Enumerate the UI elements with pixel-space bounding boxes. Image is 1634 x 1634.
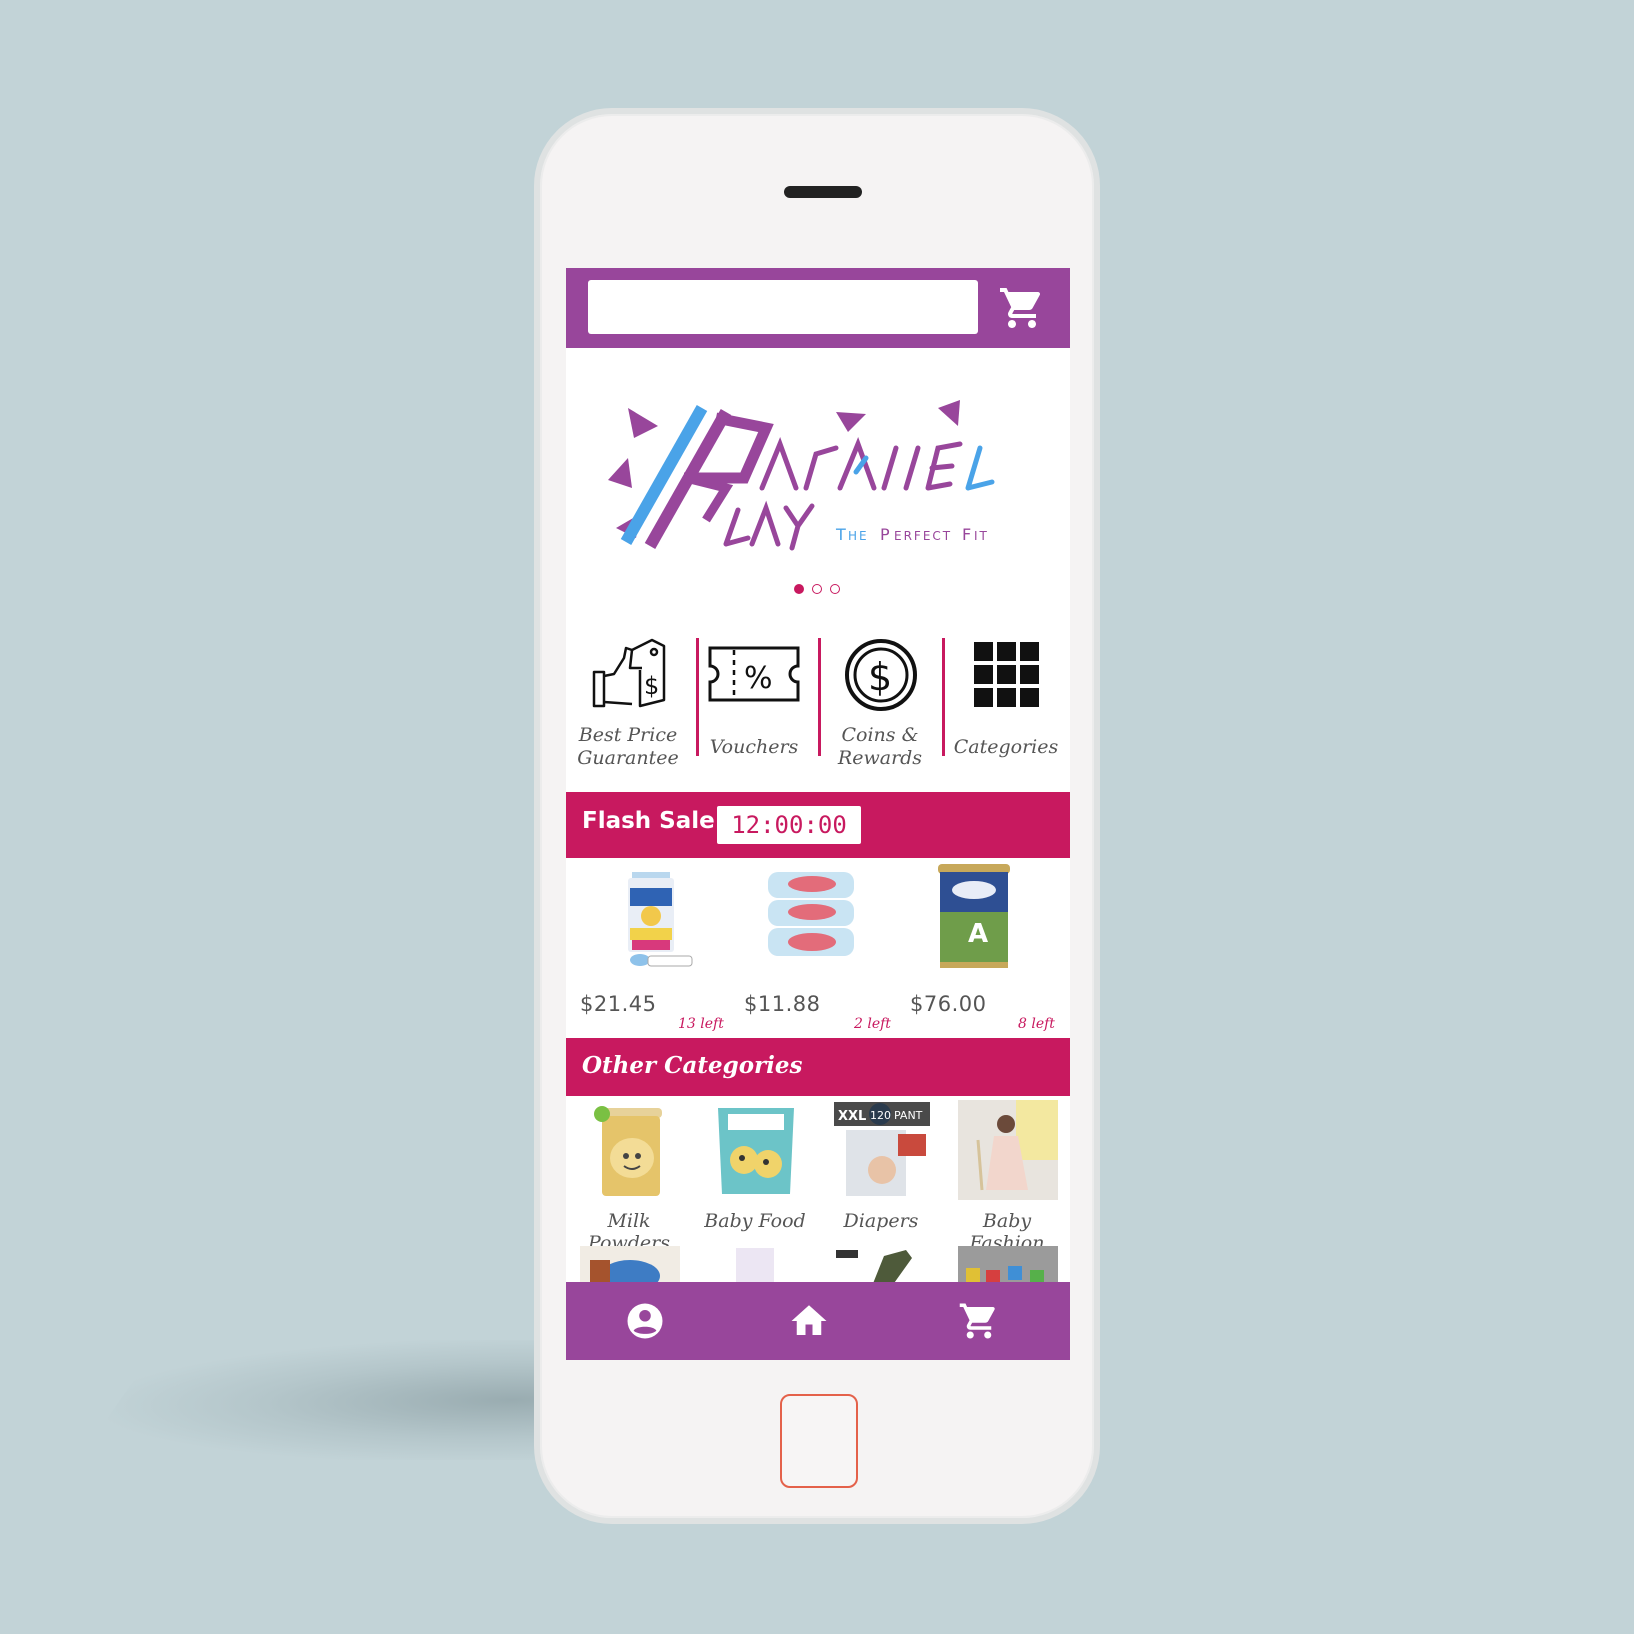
- quick-links: $ Best Price Guarantee % Vouchers $ Coin…: [566, 632, 1070, 782]
- categories-label: Categories: [953, 736, 1059, 758]
- carousel-dot-1[interactable]: [794, 584, 804, 594]
- carousel-dot-3[interactable]: [830, 584, 840, 594]
- svg-text:%: %: [744, 661, 773, 696]
- svg-text:IT: IT: [974, 529, 989, 543]
- shopping-cart-icon[interactable]: [998, 284, 1046, 332]
- account-circle-icon[interactable]: [624, 1300, 666, 1342]
- svg-text:HE: HE: [848, 529, 869, 543]
- carousel-dots: [794, 584, 840, 594]
- quick-link-coins-rewards[interactable]: $ Coins & Rewards: [818, 632, 942, 782]
- other-categories-title: Other Categories: [582, 1052, 803, 1079]
- milk-formula-can-image: A: [938, 864, 1010, 968]
- flash-sale-title: Flash Sale: [582, 808, 715, 834]
- svg-text:PANT: PANT: [894, 1109, 923, 1122]
- baby-fashion-photo: [958, 1100, 1058, 1200]
- best-price-label-line1: Best Price: [578, 724, 678, 746]
- diaper-pack-image: [628, 872, 693, 967]
- quick-link-categories[interactable]: Categories: [944, 632, 1068, 782]
- svg-text:T: T: [835, 525, 848, 544]
- baby-food-pouch-image: [718, 1108, 794, 1194]
- product-price: $11.88: [744, 992, 821, 1016]
- carousel-dot-2[interactable]: [812, 584, 822, 594]
- vouchers-label: Vouchers: [709, 736, 799, 758]
- category-label: Diapers: [843, 1210, 919, 1232]
- flash-sale-items: $21.45 13 left $11.88 2 left A $76.00 8 …: [566, 858, 1070, 1038]
- dollar-coin-icon: $: [845, 639, 917, 711]
- category-thumbnail[interactable]: [832, 1246, 932, 1286]
- thumbs-up-price-tag-icon: $: [592, 638, 666, 708]
- svg-text:XXL: XXL: [838, 1109, 866, 1124]
- stock-left: 13 left: [678, 1016, 724, 1032]
- app-screen: T HE P ERFECT F IT $ Best Price Guarante…: [566, 268, 1070, 1360]
- parallel-play-logo: T HE P ERFECT F IT: [608, 400, 995, 551]
- svg-text:120: 120: [870, 1109, 891, 1122]
- coins-label-line1: Coins &: [841, 724, 919, 746]
- flash-sale-product[interactable]: A $76.00 8 left: [902, 858, 1070, 1038]
- stock-left: 8 left: [1018, 1016, 1055, 1032]
- diaper-pack-image: XXL 120 PANT: [834, 1102, 930, 1196]
- milk-powder-can-image: [594, 1106, 662, 1196]
- svg-text:F: F: [962, 525, 973, 544]
- flash-sale-product[interactable]: $11.88 2 left: [734, 858, 902, 1038]
- category-thumbnail[interactable]: [706, 1246, 806, 1286]
- flash-sale-timer: 12:00:00: [717, 806, 861, 844]
- svg-text:$: $: [868, 655, 892, 699]
- coins-label-line2: Rewards: [837, 747, 923, 769]
- product-price: $21.45: [580, 992, 657, 1016]
- top-bar: [566, 268, 1070, 348]
- grid-icon: [974, 642, 1039, 707]
- category-thumbnail[interactable]: [958, 1246, 1058, 1286]
- quick-link-best-price[interactable]: $ Best Price Guarantee: [566, 632, 690, 782]
- best-price-label-line2: Guarantee: [577, 747, 679, 769]
- category-thumbnail[interactable]: [580, 1246, 680, 1286]
- promo-banner[interactable]: T HE P ERFECT F IT: [566, 348, 1070, 618]
- flash-sale-header: Flash Sale 12:00:00: [566, 792, 1070, 858]
- baby-wipes-image: [768, 872, 854, 956]
- shopping-cart-icon[interactable]: [958, 1300, 1000, 1342]
- search-input[interactable]: [588, 280, 978, 334]
- stock-left: 2 left: [854, 1016, 891, 1032]
- voucher-ticket-icon: %: [708, 646, 800, 702]
- quick-link-vouchers[interactable]: % Vouchers: [692, 632, 816, 782]
- flash-sale-product[interactable]: $21.45 13 left: [566, 858, 734, 1038]
- other-categories-header: Other Categories: [566, 1038, 1070, 1096]
- home-icon[interactable]: [788, 1300, 830, 1342]
- phone-speaker: [784, 186, 862, 198]
- svg-text:ERFECT: ERFECT: [894, 529, 952, 543]
- category-label: Baby Food: [704, 1210, 806, 1232]
- bottom-navigation: [566, 1282, 1070, 1360]
- phone-home-button[interactable]: [780, 1394, 858, 1488]
- product-price: $76.00: [910, 992, 987, 1016]
- svg-text:$: $: [644, 672, 659, 700]
- svg-text:A: A: [968, 919, 988, 949]
- phone-frame: T HE P ERFECT F IT $ Best Price Guarante…: [534, 108, 1100, 1524]
- svg-text:P: P: [880, 525, 892, 544]
